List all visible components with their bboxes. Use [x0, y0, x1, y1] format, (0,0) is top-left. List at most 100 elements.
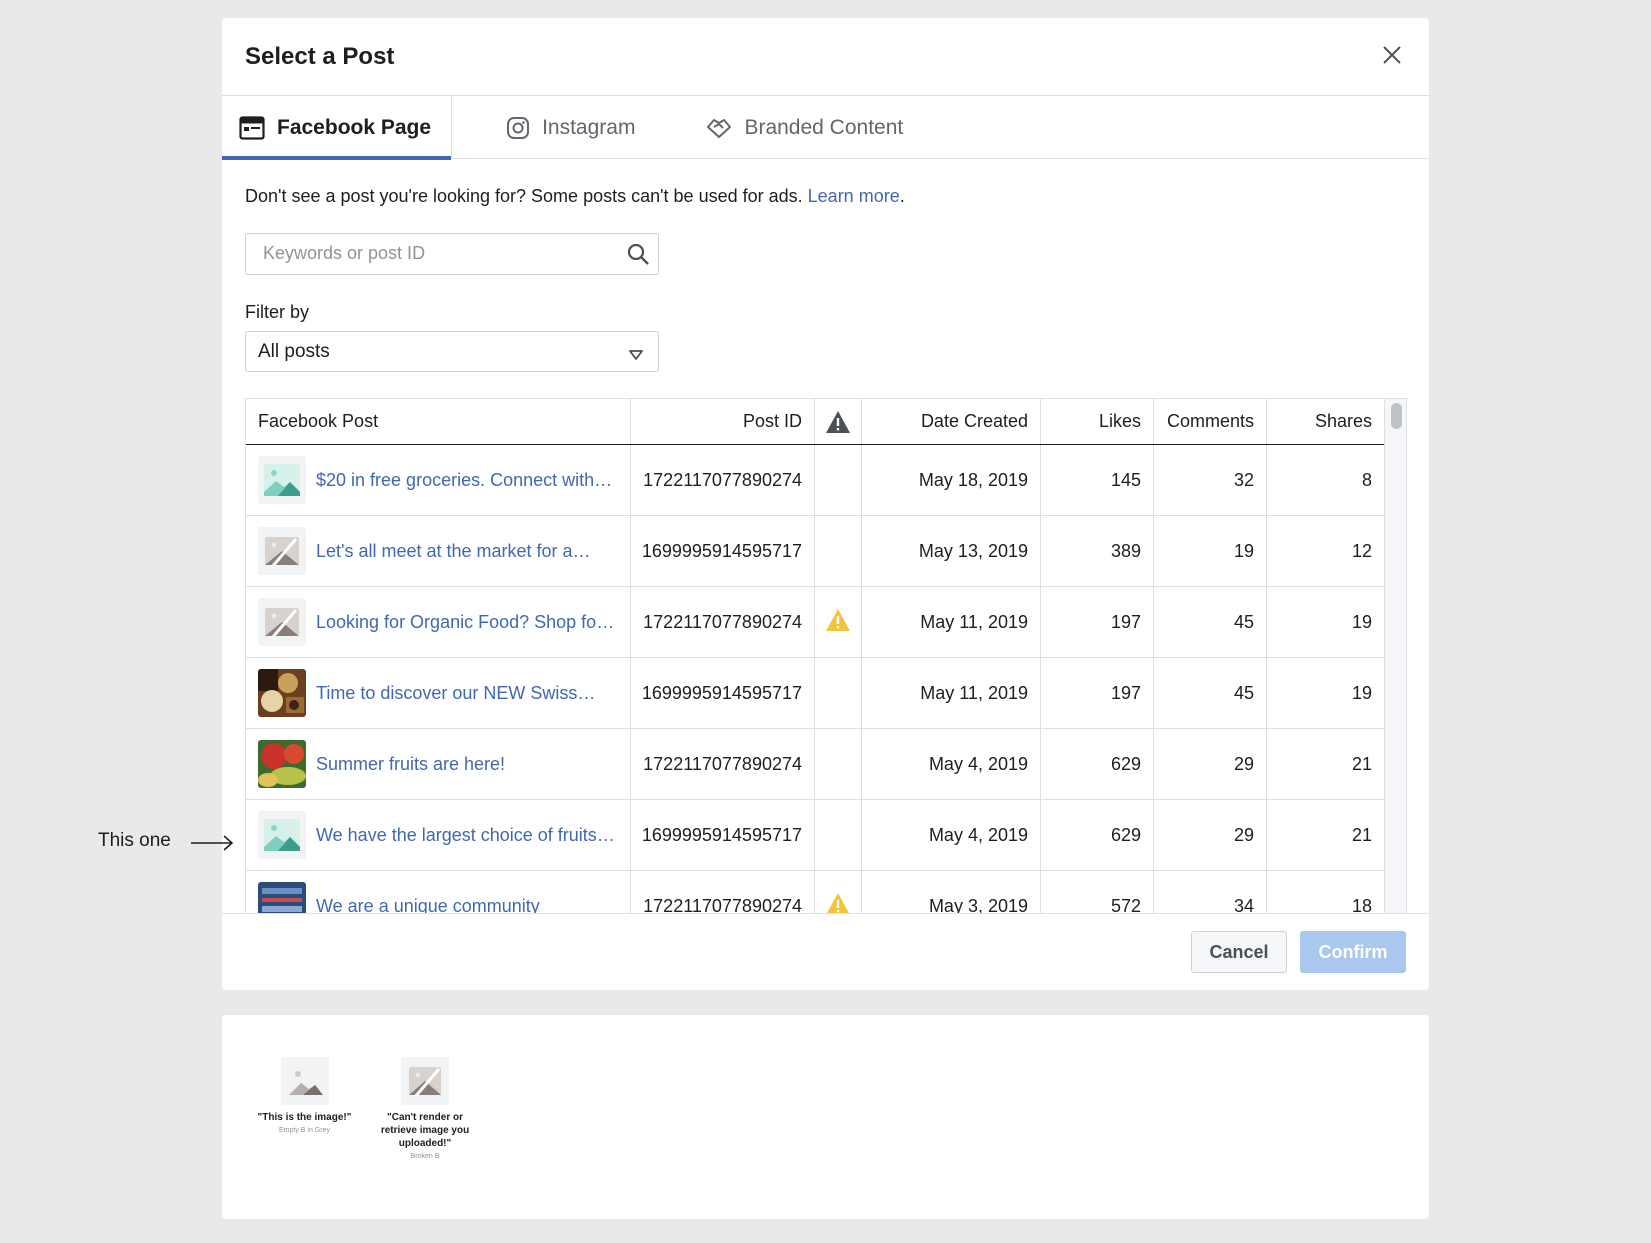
dialog-title: Select a Post — [245, 43, 395, 70]
legend-title: "This is the image!" — [257, 1112, 352, 1123]
post-id-cell: 1699995914595717 — [631, 658, 815, 728]
likes-cell: 197 — [1041, 658, 1154, 728]
legend-item-empty: "This is the image!" Empty B in Grey — [252, 1057, 357, 1134]
comments-cell: 19 — [1154, 516, 1267, 586]
tab-label: Instagram — [542, 115, 636, 139]
post-link[interactable]: Summer fruits are here! — [316, 754, 505, 775]
date-cell: May 4, 2019 — [862, 800, 1041, 870]
date-cell: May 3, 2019 — [862, 871, 1041, 913]
shares-cell: 21 — [1351, 824, 1372, 845]
post-link[interactable]: We have the largest choice of fruits… — [316, 825, 615, 846]
post-thumbnail — [258, 882, 306, 913]
post-cell[interactable]: Looking for Organic Food? Shop for… — [246, 587, 631, 657]
warning-cell — [815, 587, 862, 657]
post-id-cell: 1699995914595717 — [631, 800, 815, 870]
shares-cell: 12 — [1351, 540, 1372, 561]
broken-image-icon — [401, 1057, 449, 1105]
warning-cell — [815, 516, 862, 586]
search-input[interactable] — [263, 234, 623, 272]
dialog-header: Select a Post — [222, 18, 1429, 96]
warning-icon — [826, 410, 850, 433]
shares-cell: 19 — [1351, 611, 1372, 632]
post-thumbnail — [258, 527, 306, 575]
warning-cell — [815, 871, 862, 913]
table-row[interactable]: Time to discover our NEW Swiss… 169999591… — [246, 658, 1384, 729]
post-cell[interactable]: Summer fruits are here! — [246, 729, 631, 799]
comments-cell: 45 — [1154, 587, 1267, 657]
comments-cell: 34 — [1154, 871, 1267, 913]
cancel-button[interactable]: Cancel — [1191, 931, 1287, 973]
shares-cell: 8 — [1361, 469, 1372, 490]
scrollbar-thumb[interactable] — [1391, 403, 1402, 429]
post-id-cell: 1722117077890274 — [631, 871, 815, 913]
post-link[interactable]: Time to discover our NEW Swiss… — [316, 683, 595, 704]
warning-cell — [815, 445, 862, 515]
post-thumbnail — [258, 669, 306, 717]
tab-facebook-page[interactable]: Facebook Page — [222, 96, 453, 160]
date-cell: May 11, 2019 — [862, 658, 1041, 728]
header-likes[interactable]: Likes — [1041, 399, 1154, 444]
dialog-footer: Cancel Confirm — [222, 913, 1429, 990]
table-row[interactable]: Let's all meet at the market for a… 16999… — [246, 516, 1384, 587]
header-post-id[interactable]: Post ID — [631, 399, 815, 444]
post-cell[interactable]: We have the largest choice of fruits… — [246, 800, 631, 870]
header-date-created[interactable]: Date Created — [862, 399, 1041, 444]
post-cell[interactable]: Time to discover our NEW Swiss… — [246, 658, 631, 728]
post-thumbnail — [258, 740, 306, 788]
post-id-cell: 1722117077890274 — [631, 729, 815, 799]
post-id-cell: 1722117077890274 — [631, 445, 815, 515]
header-facebook-post[interactable]: Facebook Post — [246, 399, 631, 444]
post-cell[interactable]: $20 in free groceries. Connect with… — [246, 445, 631, 515]
comments-cell: 29 — [1154, 729, 1267, 799]
shares-cell: 18 — [1351, 895, 1372, 914]
post-link[interactable]: Let's all meet at the market for a… — [316, 541, 591, 562]
tab-label: Facebook Page — [277, 115, 432, 139]
legend-item-broken: "Can't render or retrieve image you uplo… — [380, 1057, 470, 1160]
caret-down-icon — [628, 345, 644, 367]
table-row[interactable]: We are a unique community 172211707789027… — [246, 871, 1384, 913]
post-link[interactable]: $20 in free groceries. Connect with… — [316, 470, 612, 491]
table-row[interactable]: Summer fruits are here! 1722117077890274 M… — [246, 729, 1384, 800]
table-row[interactable]: Looking for Organic Food? Shop for… 17221… — [246, 587, 1384, 658]
notice-message: Don't see a post you're looking for? Som… — [245, 186, 803, 206]
post-cell[interactable]: We are a unique community — [246, 871, 631, 913]
likes-cell: 389 — [1041, 516, 1154, 586]
close-button[interactable] — [1377, 40, 1407, 70]
filter-select[interactable]: All posts — [245, 331, 659, 372]
search-icon[interactable] — [626, 242, 650, 271]
legend-subtitle: Empty B in Grey — [279, 1127, 330, 1134]
date-cell: May 13, 2019 — [862, 516, 1041, 586]
header-shares[interactable]: Shares — [1267, 399, 1384, 444]
post-cell[interactable]: Let's all meet at the market for a… — [246, 516, 631, 586]
table-row[interactable]: We have the largest choice of fruits… 169… — [246, 800, 1384, 871]
warning-cell — [815, 658, 862, 728]
confirm-button[interactable]: Confirm — [1300, 931, 1406, 973]
search-box — [245, 233, 659, 275]
post-link[interactable]: Looking for Organic Food? Shop for… — [316, 612, 618, 633]
empty-image-icon — [280, 1057, 329, 1105]
post-thumbnail — [258, 811, 306, 859]
warning-cell — [815, 729, 862, 799]
post-id-cell: 1699995914595717 — [631, 516, 815, 586]
header-comments[interactable]: Comments — [1154, 399, 1267, 444]
shares-cell: 19 — [1351, 682, 1372, 703]
posts-table: Facebook Post Post ID Date Created Likes… — [245, 398, 1407, 913]
comments-cell: 45 — [1154, 658, 1267, 728]
tab-instagram[interactable]: Instagram — [506, 96, 635, 159]
close-icon — [1383, 46, 1401, 64]
annotation-label: This one — [98, 830, 171, 851]
tab-branded-content[interactable]: Branded Content — [706, 96, 903, 159]
learn-more-link[interactable]: Learn more — [808, 186, 900, 206]
likes-cell: 197 — [1041, 587, 1154, 657]
post-thumbnail — [258, 598, 306, 646]
post-id-cell: 1722117077890274 — [631, 587, 815, 657]
thumbnail-legend: "This is the image!" Empty B in Grey "Ca… — [222, 1015, 1429, 1219]
notice-text: Don't see a post you're looking for? Som… — [245, 186, 905, 206]
warning-icon — [825, 892, 851, 913]
comments-cell: 32 — [1154, 445, 1267, 515]
likes-cell: 629 — [1041, 729, 1154, 799]
table-scrollbar[interactable] — [1384, 399, 1406, 913]
post-link[interactable]: We are a unique community — [316, 896, 540, 914]
table-row[interactable]: $20 in free groceries. Connect with… 1722… — [246, 445, 1384, 516]
table-header-row: Facebook Post Post ID Date Created Likes… — [246, 399, 1384, 445]
